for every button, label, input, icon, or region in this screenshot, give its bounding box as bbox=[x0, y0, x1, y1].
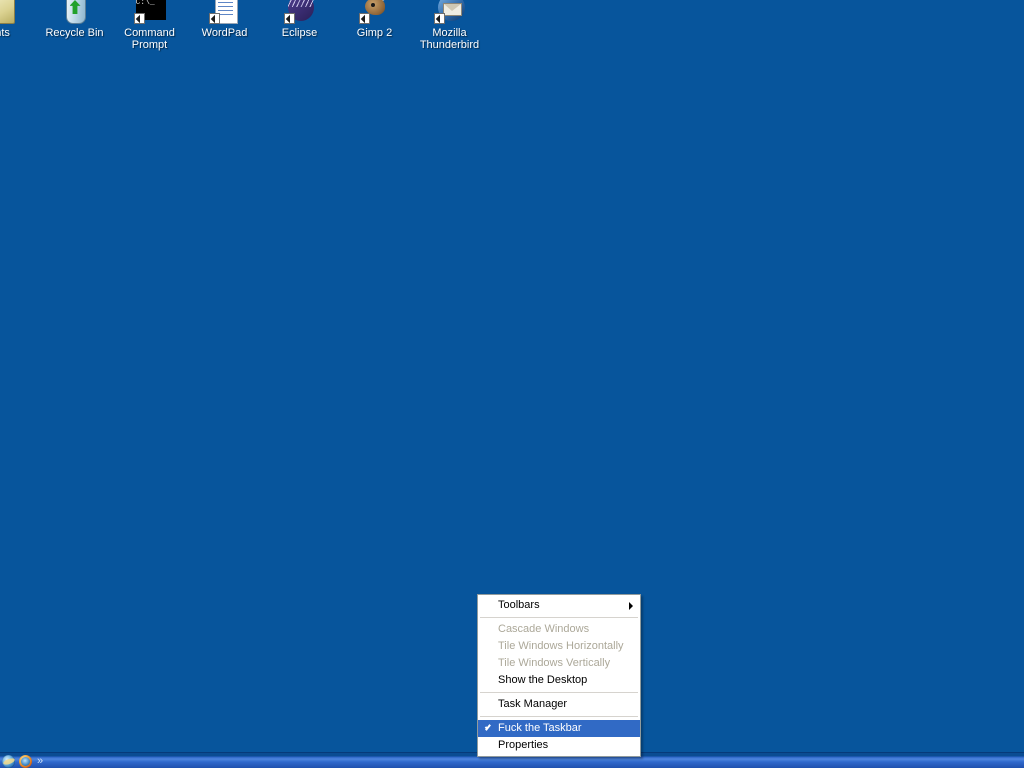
console-prompt-text: C:\_ bbox=[135, 0, 155, 7]
chevron-double-right-icon[interactable]: » bbox=[37, 755, 43, 768]
desktop-icon-eclipse[interactable]: Eclipse bbox=[262, 0, 337, 39]
desktop-icon-label: Mozilla Thunderbird bbox=[419, 27, 480, 51]
desktop-icon-my-documents[interactable]: ents bbox=[0, 0, 37, 39]
menu-item-label: Task Manager bbox=[498, 698, 568, 710]
menu-item-tile-windows-horizontally: Tile Windows Horizontally bbox=[478, 638, 640, 655]
menu-separator bbox=[480, 617, 638, 618]
eclipse-icon bbox=[283, 0, 316, 24]
shortcut-arrow-icon bbox=[283, 13, 295, 24]
menu-item-tile-windows-vertically: Tile Windows Vertically bbox=[478, 655, 640, 672]
desktop-icon-label: Recycle Bin bbox=[45, 27, 104, 39]
menu-item-task-manager[interactable]: Task Manager bbox=[478, 696, 640, 713]
shortcut-arrow-icon bbox=[133, 13, 145, 24]
menu-separator bbox=[480, 692, 638, 693]
menu-item-label: Toolbars bbox=[498, 599, 540, 611]
desktop-icon-label: Gimp 2 bbox=[356, 27, 393, 39]
menu-item-toolbars[interactable]: Toolbars bbox=[478, 597, 640, 614]
quick-launch-bar[interactable]: » bbox=[2, 754, 43, 768]
documents-icon bbox=[0, 0, 16, 24]
menu-item-label: Cascade Windows bbox=[498, 623, 590, 635]
menu-item-label: Show the Desktop bbox=[498, 674, 588, 686]
desktop-icon-label: Eclipse bbox=[281, 27, 318, 39]
desktop-icon-wordpad[interactable]: WordPad bbox=[187, 0, 262, 39]
desktop-icon-command-prompt[interactable]: C:\_ Command Prompt bbox=[112, 0, 187, 51]
wordpad-icon bbox=[208, 0, 241, 24]
menu-separator bbox=[480, 716, 638, 717]
desktop-icon-gimp-2[interactable]: Gimp 2 bbox=[337, 0, 412, 39]
menu-item-lock-the-taskbar[interactable]: Fuck the Taskbar bbox=[478, 720, 640, 737]
menu-item-label: Properties bbox=[498, 739, 549, 751]
chevron-right-icon bbox=[629, 602, 633, 610]
taskbar-context-menu[interactable]: Toolbars Cascade Windows Tile Windows Ho… bbox=[477, 594, 641, 757]
command-prompt-icon: C:\_ bbox=[133, 0, 166, 24]
desktop-icon-label: WordPad bbox=[201, 27, 248, 39]
check-icon bbox=[484, 723, 494, 733]
menu-item-label: Fuck the Taskbar bbox=[498, 722, 582, 734]
shortcut-arrow-icon bbox=[358, 13, 370, 24]
menu-item-label: Tile Windows Vertically bbox=[498, 657, 611, 669]
menu-item-label: Tile Windows Horizontally bbox=[498, 640, 624, 652]
menu-item-show-the-desktop[interactable]: Show the Desktop bbox=[478, 672, 640, 689]
shortcut-arrow-icon bbox=[433, 13, 445, 24]
menu-item-properties[interactable]: Properties bbox=[478, 737, 640, 754]
media-player-icon[interactable] bbox=[19, 754, 33, 768]
shortcut-arrow-icon bbox=[208, 13, 220, 24]
desktop-icon-row: ents Recycle Bin C:\_ Command Prompt bbox=[0, 0, 487, 51]
thunderbird-icon bbox=[433, 0, 466, 24]
desktop-icon-label: Command Prompt bbox=[124, 27, 175, 51]
recycle-bin-icon bbox=[59, 0, 91, 24]
desktop-icon-mozilla-thunderbird[interactable]: Mozilla Thunderbird bbox=[412, 0, 487, 51]
desktop-icon-recycle-bin[interactable]: Recycle Bin bbox=[37, 0, 112, 39]
menu-item-cascade-windows: Cascade Windows bbox=[478, 621, 640, 638]
internet-explorer-icon[interactable] bbox=[2, 754, 16, 768]
desktop-icon-label: ents bbox=[0, 27, 10, 39]
gimp-icon bbox=[358, 0, 391, 24]
